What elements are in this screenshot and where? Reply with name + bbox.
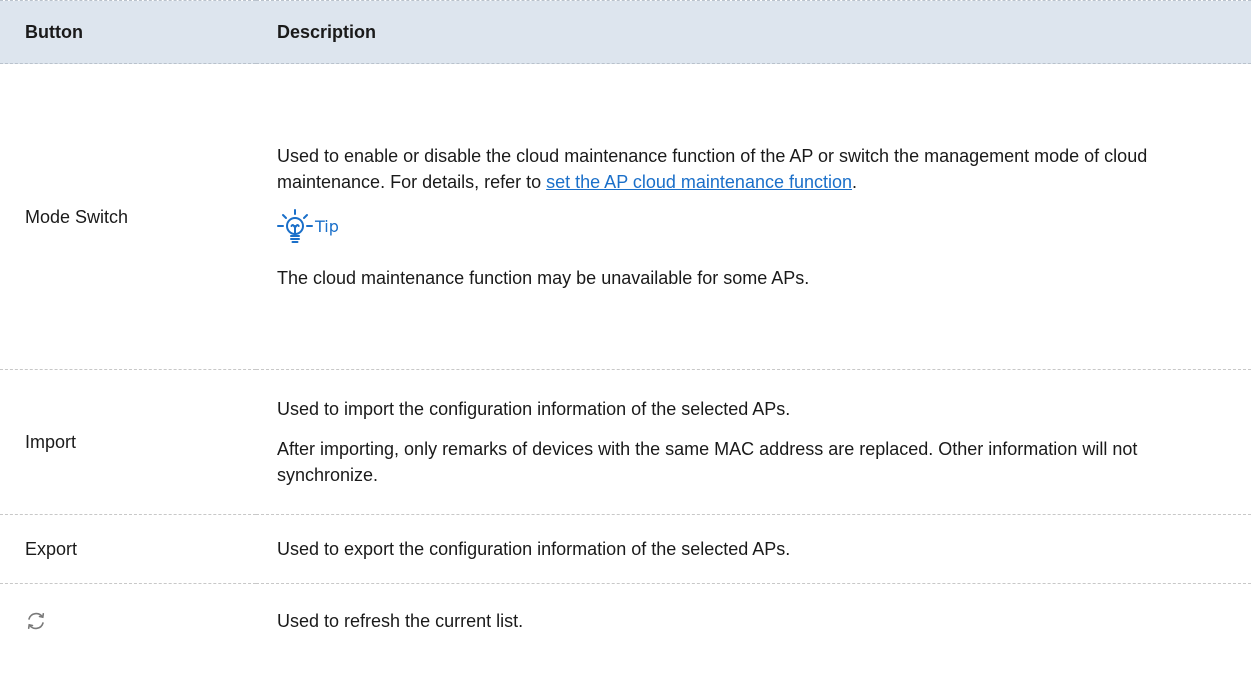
table-row: Import Used to import the configuration … <box>0 369 1251 515</box>
description-text: Used to import the configuration informa… <box>277 399 791 419</box>
button-name: Import <box>0 369 256 515</box>
cloud-maintenance-link[interactable]: set the AP cloud maintenance function <box>546 172 852 192</box>
description-cell: Used to refresh the current list. <box>256 584 1251 688</box>
table-row: Used to refresh the current list. <box>0 584 1251 688</box>
description-cell: Used to enable or disable the cloud main… <box>256 63 1251 370</box>
description-text: After importing, only remarks of devices… <box>277 439 1138 485</box>
table-header-row: Button Description <box>0 0 1251 64</box>
header-description: Description <box>256 0 1251 64</box>
table-row: Mode Switch Used to enable or disable th… <box>0 63 1251 370</box>
description-text: Used to enable or disable the cloud main… <box>277 145 1148 192</box>
tip-block: Tip <box>277 208 1211 245</box>
tip-text: The cloud maintenance function may be un… <box>277 267 810 288</box>
header-button: Button <box>0 0 256 64</box>
button-name: Mode Switch <box>0 63 256 370</box>
description-cell: Used to import the configuration informa… <box>256 369 1251 515</box>
description-cell: Used to export the configuration informa… <box>256 514 1251 584</box>
description-text: Used to export the configuration informa… <box>277 539 791 559</box>
description-text: Used to refresh the current list. <box>277 611 524 631</box>
button-icon-cell <box>0 584 256 688</box>
lightbulb-icon <box>277 208 313 245</box>
table-row: Export Used to export the configuration … <box>0 514 1251 584</box>
tip-label: Tip <box>315 216 339 236</box>
button-name: Export <box>0 514 256 584</box>
refresh-icon <box>25 610 47 632</box>
button-description-table: Button Description Mode Switch Used to e… <box>0 0 1251 688</box>
